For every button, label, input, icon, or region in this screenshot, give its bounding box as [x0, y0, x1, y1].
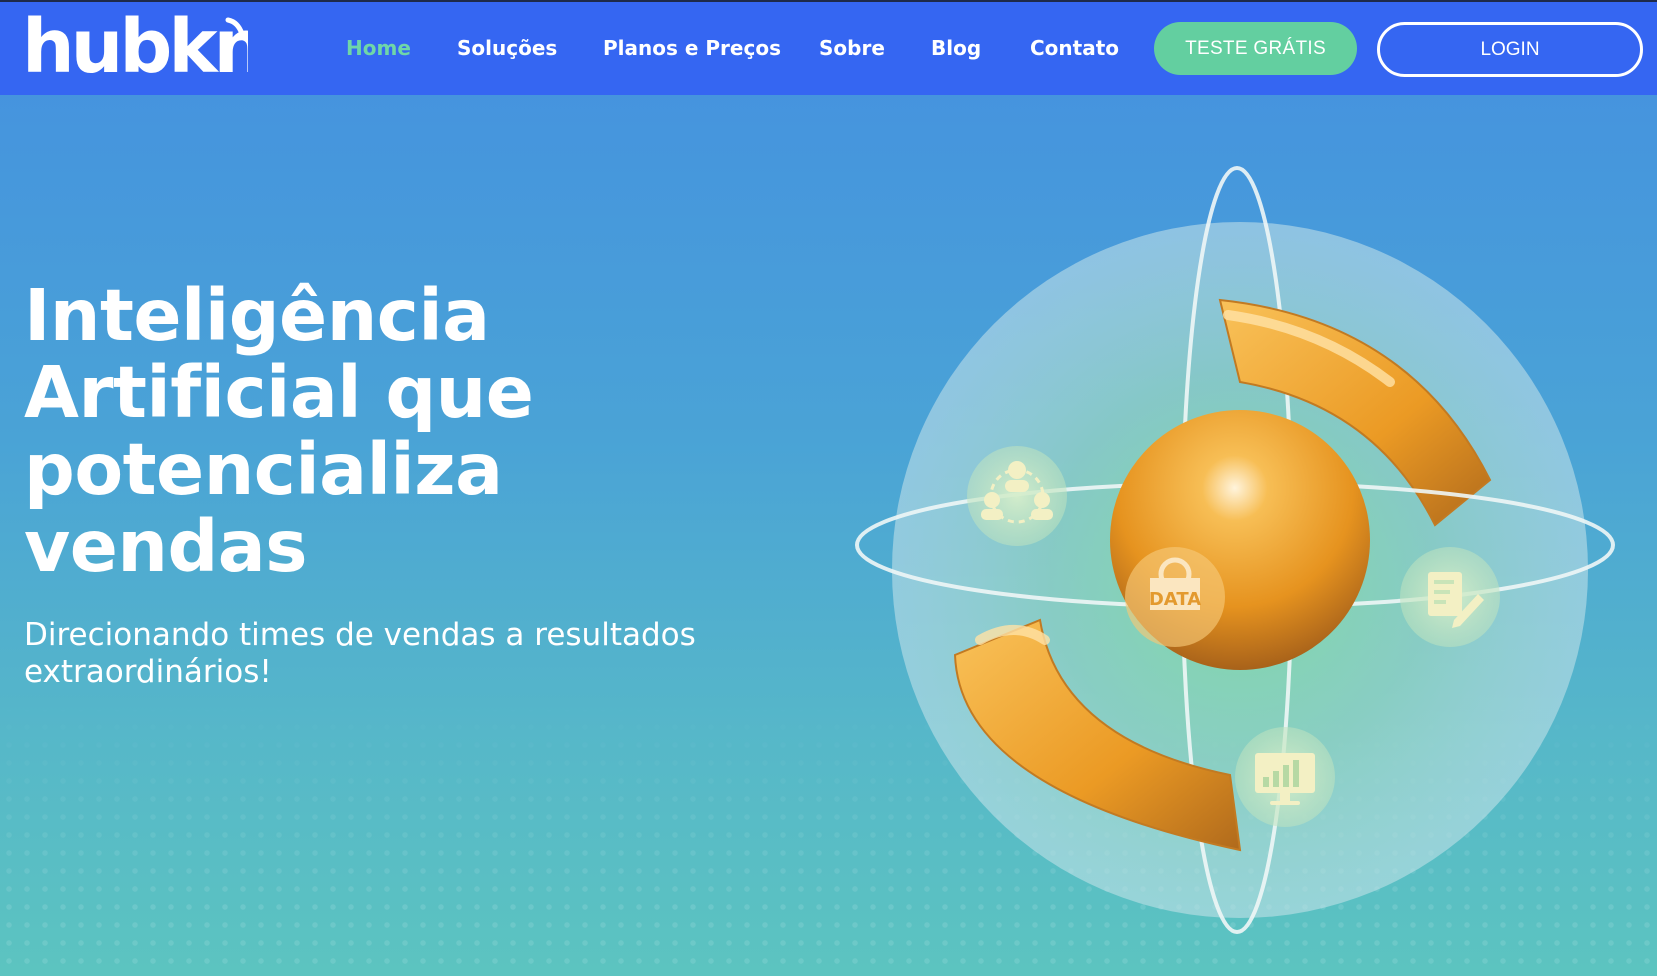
nav-solucoes[interactable]: Soluções: [457, 36, 557, 60]
analytics-monitor-icon: [1235, 727, 1335, 827]
hero-title-line: vendas: [24, 505, 307, 588]
hero-subtitle-line: extraordinários!: [24, 654, 272, 690]
hero-title-line: potencializa: [24, 428, 503, 511]
sphere-graphic: DATA: [855, 166, 1615, 934]
team-network-icon: [967, 446, 1067, 546]
hero-title-line: Inteligência: [24, 274, 490, 357]
hero-subtitle-line: Direcionando times de vendas a resultado…: [24, 617, 696, 653]
data-badge-label: DATA: [1149, 589, 1201, 610]
hubkn-logo[interactable]: hubkn: [22, 4, 266, 90]
logo-text: hubkn: [22, 12, 248, 82]
login-button[interactable]: LOGIN: [1377, 22, 1643, 77]
nav-contato[interactable]: Contato: [1030, 36, 1119, 60]
nav-sobre[interactable]: Sobre: [819, 36, 885, 60]
ai-sphere-illustration: DATA: [850, 150, 1630, 940]
hero-title-line: Artificial que: [24, 351, 534, 434]
data-gear-icon: DATA: [1125, 547, 1225, 647]
logo-wordmark: hubkn: [22, 4, 266, 90]
site-header: hubkn Home Soluções Planos e Preços Sobr…: [0, 2, 1657, 95]
free-trial-button[interactable]: TESTE GRÁTIS: [1154, 22, 1357, 75]
hero-subtitle: Direcionando times de vendas a resultado…: [24, 617, 784, 691]
nav-home[interactable]: Home: [346, 36, 411, 60]
nav-blog[interactable]: Blog: [931, 36, 981, 60]
nav-planos-precos[interactable]: Planos e Preços: [603, 36, 781, 60]
hero-title: Inteligência Artificial que potencializa…: [24, 277, 724, 585]
edit-document-icon: [1400, 547, 1500, 647]
